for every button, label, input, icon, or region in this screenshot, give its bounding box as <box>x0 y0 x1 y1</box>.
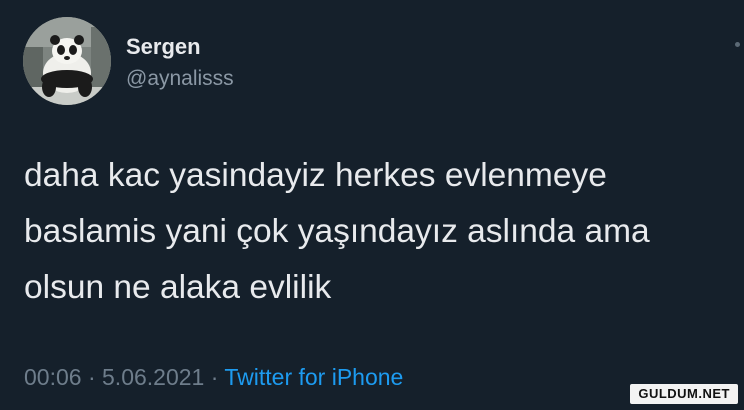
more-options-dot-icon[interactable] <box>735 42 740 47</box>
user-handle[interactable]: @aynalisss <box>126 66 234 92</box>
display-name[interactable]: Sergen <box>126 34 201 60</box>
avatar[interactable] <box>23 17 111 105</box>
tweet-date[interactable]: 5.06.2021 <box>102 364 204 390</box>
meta-separator: · <box>204 364 225 390</box>
tweet-time[interactable]: 00:06 <box>24 364 82 390</box>
tweet-meta: 00:06 · 5.06.2021 · Twitter for iPhone <box>24 362 403 392</box>
meta-separator: · <box>81 364 103 390</box>
watermark-logo: GULDUM.NET <box>630 384 738 404</box>
tweet-text: daha kac yasindayiz herkes evlenmeye bas… <box>24 148 736 316</box>
tweet-text-line: baslamis yani çok yaşındayız aslında ama <box>24 213 650 250</box>
tweet-source-link[interactable]: Twitter for iPhone <box>224 364 403 390</box>
tweet-text-line: daha kac yasindayiz herkes evlenmeye <box>24 157 607 194</box>
tweet-card: Sergen @aynalisss daha kac yasindayiz he… <box>0 0 744 410</box>
tweet-text-line: olsun ne alaka evlilik <box>24 269 332 306</box>
panda-avatar-image <box>23 17 111 105</box>
